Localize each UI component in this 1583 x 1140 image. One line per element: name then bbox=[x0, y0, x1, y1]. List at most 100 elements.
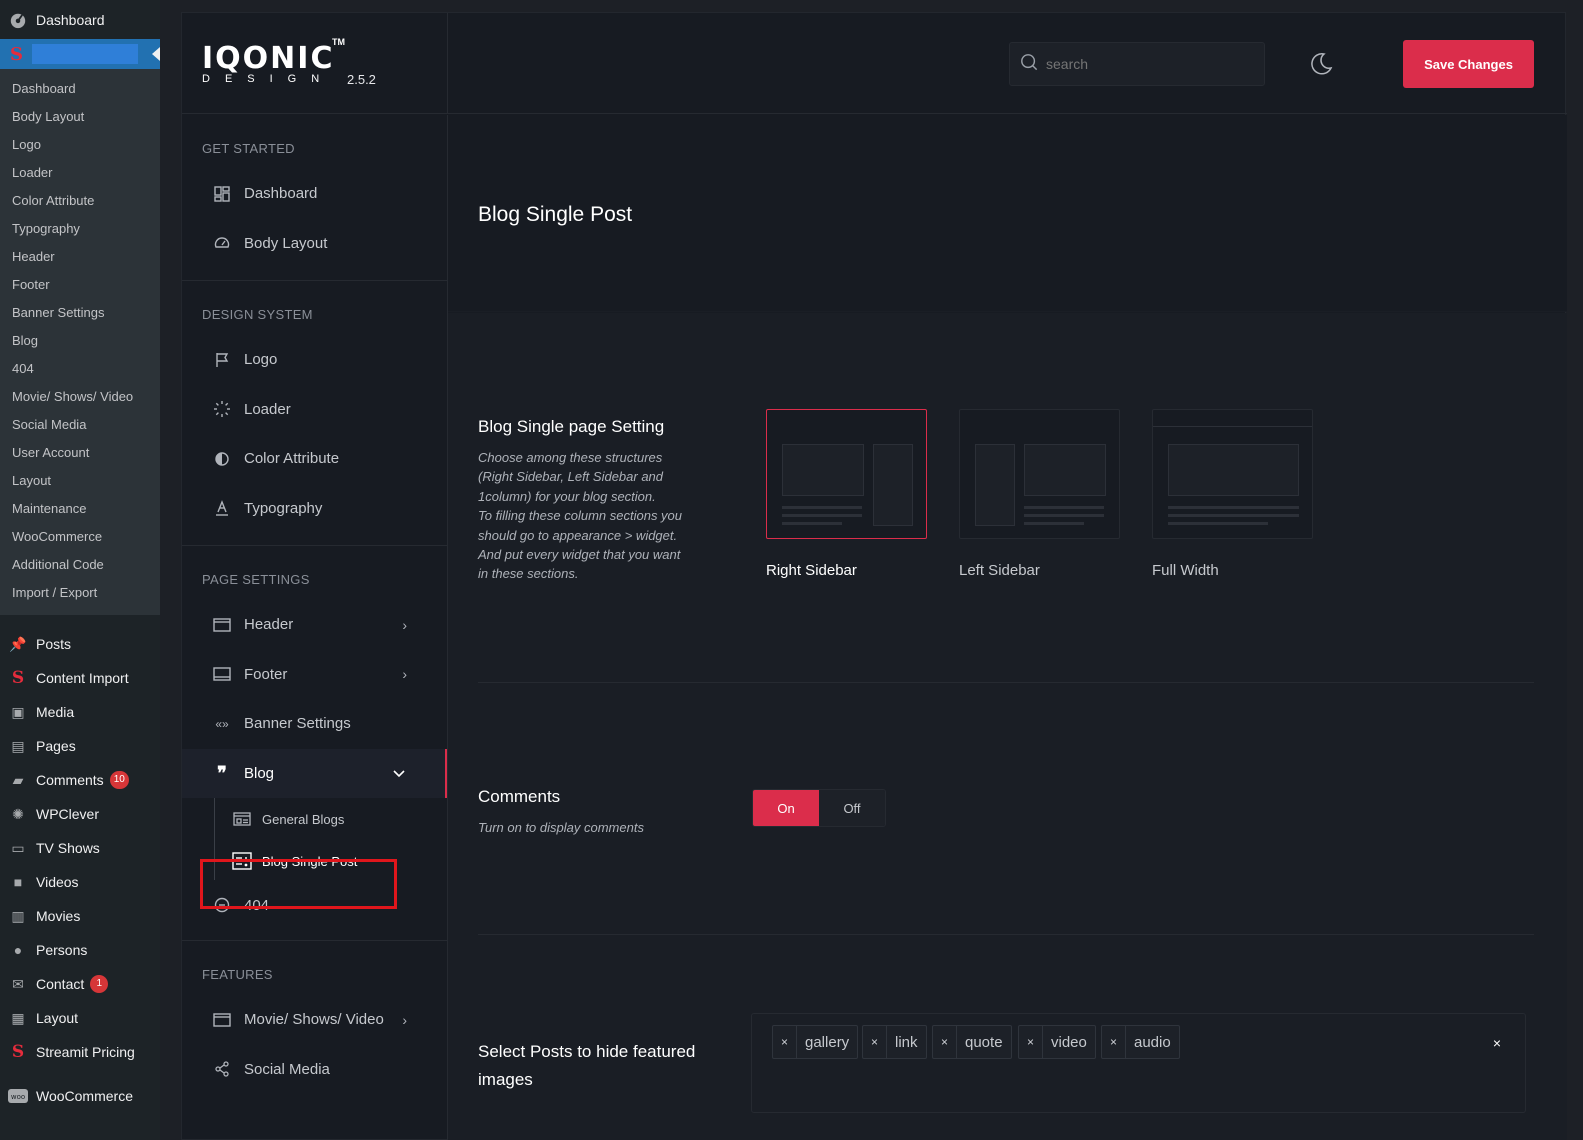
wp-menu-wpclever[interactable]: ✺ WPClever bbox=[0, 797, 160, 831]
nav-section-heading: FEATURES bbox=[202, 967, 273, 982]
share-icon bbox=[212, 1059, 232, 1079]
wp-submenu-item[interactable]: Banner Settings bbox=[0, 299, 160, 327]
nav-item-social-media[interactable]: Social Media bbox=[182, 1045, 447, 1095]
clear-all-icon[interactable]: × bbox=[1493, 1035, 1501, 1051]
wp-submenu-item[interactable]: Body Layout bbox=[0, 103, 160, 131]
gauge-icon bbox=[212, 233, 232, 253]
wp-submenu-item[interactable]: Loader bbox=[0, 159, 160, 187]
wp-menu-persons[interactable]: ● Persons bbox=[0, 933, 160, 967]
nav-item-dashboard[interactable]: Dashboard bbox=[182, 169, 447, 219]
streamit-s-icon: S bbox=[11, 668, 25, 688]
wp-submenu-item[interactable]: User Account bbox=[0, 439, 160, 467]
wp-submenu-item[interactable]: Footer bbox=[0, 271, 160, 299]
highlight-box bbox=[200, 859, 397, 909]
comments-off-button[interactable]: Off bbox=[819, 790, 885, 826]
layout-main-block bbox=[1168, 444, 1299, 496]
post-format-multiselect[interactable]: × gallery × link × quote × video × audio… bbox=[751, 1013, 1526, 1113]
page-header: Blog Single Post bbox=[448, 115, 1567, 312]
wp-menu-comments[interactable]: ▰ Comments 10 bbox=[0, 763, 160, 797]
hide-featured-title-line: Select Posts to hide featured bbox=[478, 1042, 696, 1061]
wp-menu-layout[interactable]: ▦ Layout bbox=[0, 1001, 160, 1035]
mail-icon: ✉ bbox=[12, 975, 24, 992]
nav-item-body-layout[interactable]: Body Layout bbox=[182, 219, 447, 269]
tag-label: quote bbox=[965, 1033, 1003, 1051]
wp-menu-label: Comments bbox=[36, 772, 104, 788]
nav-subitem-general-blogs[interactable]: General Blogs bbox=[182, 798, 447, 840]
wp-submenu-item[interactable]: WooCommerce bbox=[0, 523, 160, 551]
wp-menu-videos[interactable]: ■ Videos bbox=[0, 865, 160, 899]
wp-menu-movies[interactable]: ▥ Movies bbox=[0, 899, 160, 933]
wp-submenu-item[interactable]: Maintenance bbox=[0, 495, 160, 523]
search-input[interactable] bbox=[1046, 56, 1246, 72]
wp-menu-pages[interactable]: ▤ Pages bbox=[0, 729, 160, 763]
layout-option-right-sidebar[interactable] bbox=[766, 409, 927, 539]
wp-menu-streamit-pricing[interactable]: S Streamit Pricing bbox=[0, 1035, 160, 1069]
nav-item-blog[interactable]: ❞ Blog bbox=[182, 748, 447, 798]
layout-text-line bbox=[782, 514, 862, 517]
wp-menu-dashboard[interactable]: Dashboard bbox=[0, 0, 160, 39]
nav-item-label: Loader bbox=[244, 400, 291, 418]
nav-section-features: FEATURES Movie/ Shows/ Video › Social Me… bbox=[182, 941, 447, 1106]
version-label: 2.5.2 bbox=[347, 72, 376, 87]
wp-submenu-item[interactable]: Typography bbox=[0, 215, 160, 243]
wp-menu-media[interactable]: ▣ Media bbox=[0, 695, 160, 729]
nav-item-banner-settings[interactable]: «» Banner Settings bbox=[182, 699, 447, 749]
tag-label: audio bbox=[1134, 1033, 1171, 1051]
contrast-icon bbox=[212, 449, 232, 469]
format-tag: × gallery bbox=[772, 1025, 859, 1059]
nav-item-footer[interactable]: Footer › bbox=[182, 650, 447, 700]
wp-submenu-item[interactable]: Dashboard bbox=[0, 75, 160, 103]
wp-submenu-item[interactable]: Movie/ Shows/ Video bbox=[0, 383, 160, 411]
wp-menu-label: WPClever bbox=[36, 806, 100, 822]
layout-text-line bbox=[1024, 506, 1104, 509]
wp-menu-label: Contact bbox=[36, 976, 85, 992]
tag-remove-button[interactable]: × bbox=[863, 1026, 887, 1058]
nav-item-typography[interactable]: Typography bbox=[182, 484, 447, 534]
tag-remove-button[interactable]: × bbox=[933, 1026, 957, 1058]
save-changes-button[interactable]: Save Changes bbox=[1403, 40, 1534, 88]
nav-item-label: Movie/ Shows/ Video bbox=[244, 1011, 384, 1029]
wp-submenu-item[interactable]: Blog bbox=[0, 327, 160, 355]
wp-menu-tv-shows[interactable]: ▭ TV Shows bbox=[0, 831, 160, 865]
wp-submenu-item[interactable]: Logo bbox=[0, 131, 160, 159]
layout-option-left-sidebar[interactable] bbox=[959, 409, 1120, 539]
dark-mode-toggle-icon[interactable] bbox=[1308, 51, 1334, 77]
nav-item-loader[interactable]: Loader bbox=[182, 385, 447, 435]
wp-menu-posts[interactable]: 📌 Posts bbox=[0, 627, 160, 661]
wp-submenu-item[interactable]: Header bbox=[0, 243, 160, 271]
tag-remove-button[interactable]: × bbox=[773, 1026, 797, 1058]
wp-submenu-item[interactable]: Additional Code bbox=[0, 551, 160, 579]
wp-menu-label: Dashboard bbox=[36, 11, 105, 28]
search-box[interactable] bbox=[1009, 42, 1265, 86]
wp-submenu-item[interactable]: Color Attribute bbox=[0, 187, 160, 215]
banner-icon: «» bbox=[215, 716, 229, 731]
wp-menu-woocommerce[interactable]: woo WooCommerce bbox=[0, 1079, 160, 1113]
contact-count-badge: 1 bbox=[90, 975, 109, 993]
wp-submenu-item[interactable]: 404 bbox=[0, 355, 160, 383]
layout-option-label: Left Sidebar bbox=[959, 562, 1040, 579]
description-line: 1column) for your blog section. bbox=[478, 488, 656, 504]
wp-menu-content-import[interactable]: S Content Import bbox=[0, 661, 160, 695]
wp-menu-theme-options[interactable]: S bbox=[0, 39, 160, 69]
chevron-right-icon: › bbox=[402, 1011, 407, 1028]
pages-icon: ▤ bbox=[11, 737, 25, 754]
nav-item-label: Header bbox=[244, 616, 294, 634]
svg-text:woo: woo bbox=[11, 1093, 25, 1101]
comments-on-button[interactable]: On bbox=[753, 790, 819, 826]
wp-submenu-item[interactable]: Layout bbox=[0, 467, 160, 495]
tag-remove-button[interactable]: × bbox=[1019, 1026, 1043, 1058]
nav-item-header[interactable]: Header › bbox=[182, 600, 447, 650]
wp-submenu-item[interactable]: Social Media bbox=[0, 411, 160, 439]
tag-label: gallery bbox=[805, 1033, 850, 1051]
comments-toggle[interactable]: On Off bbox=[752, 789, 886, 827]
nav-item-movie-shows-video[interactable]: Movie/ Shows/ Video › bbox=[182, 995, 447, 1045]
person-icon: ● bbox=[13, 942, 23, 958]
wp-submenu-item[interactable]: Import / Export bbox=[0, 579, 160, 607]
wp-menu-contact[interactable]: ✉ Contact 1 bbox=[0, 967, 160, 1001]
section-divider bbox=[478, 682, 1534, 683]
layout-option-full-width[interactable] bbox=[1152, 409, 1313, 539]
tag-remove-button[interactable]: × bbox=[1102, 1026, 1126, 1058]
comments-setting-description: Turn on to display comments bbox=[478, 820, 644, 835]
nav-item-color-attribute[interactable]: Color Attribute bbox=[182, 434, 447, 484]
nav-item-logo[interactable]: Logo bbox=[182, 335, 447, 385]
